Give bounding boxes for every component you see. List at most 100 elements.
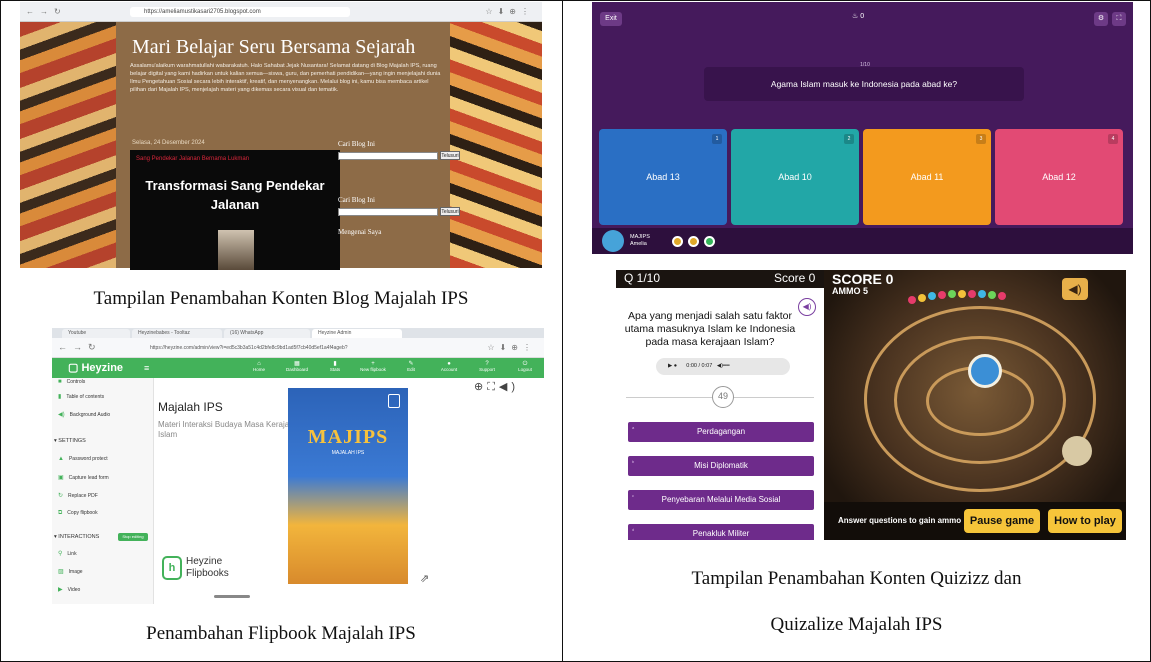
settings-icon[interactable]: ⚙ — [1094, 12, 1108, 26]
sidebar-item-label: Table of contents — [66, 394, 105, 400]
heyzine-brand-text: Heyzine Flipbooks — [186, 556, 229, 580]
quiz-option-3[interactable]: 3 Abad 11 — [863, 129, 991, 225]
caption-blog: Tampilan Penambahan Konten Blog Majalah … — [93, 288, 469, 309]
nav-item-logout[interactable]: ⏻ Logout — [506, 361, 544, 373]
game-shooter[interactable] — [968, 354, 1002, 388]
sidebar-item-replace[interactable]: ↻ Replace PDF — [58, 492, 98, 499]
game-ball — [938, 291, 946, 299]
browser-tab[interactable]: Youtube — [62, 329, 130, 338]
quiz-option-label: Abad 12 — [1042, 172, 1076, 182]
pause-game-button[interactable]: Pause game — [964, 509, 1040, 533]
blog-post-label[interactable]: Sang Pendekar Jalanan Bernama Lukman — [136, 156, 249, 162]
browser-tab[interactable]: (16) WhatsApp — [224, 329, 310, 338]
quiz-option-1[interactable]: 1 Abad 13 — [599, 129, 727, 225]
quiz-option-label: Abad 13 — [646, 172, 680, 182]
quizalize-answer-2[interactable]: b Misi Diplomatik — [628, 456, 814, 476]
nav-item-support[interactable]: ? Support — [468, 361, 506, 373]
nav-item-home[interactable]: ⌂ Home — [240, 361, 278, 373]
blog-post-title[interactable]: Transformasi Sang Pendekar Jalanan — [140, 176, 330, 214]
quizalize-timer: 49 — [712, 386, 734, 408]
play-icon[interactable]: ▶ — [668, 363, 672, 369]
share-icon[interactable]: ⇗ — [420, 572, 429, 585]
flipbook-subtitle: Materi Interaksi Budaya Masa Kerajaan — [158, 420, 294, 429]
browser-tab-active[interactable]: Heyzine Admin — [312, 329, 402, 338]
how-to-play-button[interactable]: How to play — [1048, 509, 1122, 533]
nav-item-label: Stats — [329, 367, 341, 372]
video-icon: ▶ — [58, 587, 63, 593]
quiz-exit-button[interactable]: Exit — [600, 12, 622, 26]
audio-player[interactable]: ▶ ● 0:00 / 0:07 ◀)━━ — [656, 358, 790, 375]
quizalize-answer-3[interactable]: c Penyebaran Melalui Media Sosial — [628, 490, 814, 510]
powerup-icon[interactable] — [704, 236, 715, 247]
quiz-option-4[interactable]: 4 Abad 12 — [995, 129, 1123, 225]
browser-nav-icons[interactable]: ←→↻ — [26, 7, 67, 16]
sidebar-item-password[interactable]: ▲ Password protect — [58, 456, 108, 462]
sidebar-item-copy[interactable]: ⧉ Copy flipbook — [58, 510, 98, 517]
answer-marker: d — [632, 527, 635, 532]
browser-tool-icons[interactable]: ☆⬇⊕⋮ — [487, 343, 536, 352]
quizalize-answer-4[interactable]: d Penakluk Militer — [628, 524, 814, 540]
zoom-controls[interactable]: ⊕⛶◀) — [474, 380, 519, 394]
blog-search-label: Cari Blog Ini — [338, 140, 375, 148]
heyzine-brand-line2: Flipbooks — [186, 568, 229, 579]
nav-item-account[interactable]: ● Account — [430, 361, 468, 373]
blog-search-input[interactable] — [338, 152, 438, 160]
nav-item-label: Home — [252, 367, 265, 372]
game-goal — [1062, 436, 1092, 466]
quizalize-answer-1[interactable]: a Perdagangan — [628, 422, 814, 442]
quiz-option-2[interactable]: 2 Abad 10 — [731, 129, 859, 225]
volume-icon[interactable]: ◀)━━ — [717, 363, 730, 369]
game-ball — [968, 290, 976, 298]
sidebar-item-video[interactable]: ▶ Video — [58, 586, 80, 593]
nav-item-label: Dashboard — [285, 367, 308, 372]
flipbook-title: Majalah IPS — [158, 400, 223, 414]
sidebar-item-image[interactable]: ▨ Image — [58, 568, 83, 575]
powerup-icon[interactable] — [672, 236, 683, 247]
menu-icon[interactable]: ≡ — [144, 363, 149, 373]
quizalize-hint: Answer questions to gain ammo — [838, 516, 962, 525]
blog-url-field[interactable]: https://ameliamustikasari2705.blogspot.c… — [130, 7, 350, 17]
speaker-icon[interactable]: ◀) — [798, 298, 816, 316]
nav-item-dashboard[interactable]: ▦ Dashboard — [278, 361, 316, 373]
speaker-icon[interactable]: ◀) — [499, 381, 519, 393]
sidebar-item-controls[interactable]: ■ Controls — [58, 379, 85, 385]
nav-item-edit[interactable]: ✎ Edit — [392, 361, 430, 373]
stop-editing-button[interactable]: Stop editing — [118, 533, 148, 541]
interactions-section-label[interactable]: ▾ INTERACTIONS — [54, 534, 99, 540]
browser-tab[interactable]: Heyzinebabes - Tooltaz — [132, 329, 222, 338]
sidebar-item-audio[interactable]: ◀) Background Audio — [58, 411, 110, 418]
flipbook-cover[interactable] — [288, 388, 408, 584]
volume-icon[interactable]: ◀) — [1062, 278, 1088, 300]
blog-search-button[interactable]: Telusuri — [440, 151, 460, 160]
quizalize-game-score: SCORE 0 — [832, 271, 894, 287]
game-ball — [928, 292, 936, 300]
powerup-icon[interactable] — [688, 236, 699, 247]
fullscreen-icon[interactable]: ⛶ — [1112, 12, 1126, 26]
blog-post-date: Selasa, 24 Desember 2024 — [132, 140, 205, 146]
zoom-in-icon[interactable]: ⊕ — [474, 381, 487, 393]
sidebar-item-link[interactable]: ⚲ Link — [58, 550, 77, 557]
game-ball — [918, 294, 926, 302]
blog-title: Mari Belajar Seru Bersama Sejarah — [132, 36, 416, 58]
quizalize-question: Apa yang menjadi salah satu faktor utama… — [624, 310, 796, 348]
quizalize-answer-label: Penakluk Militer — [692, 529, 750, 538]
fullscreen-icon[interactable]: ⛶ — [487, 381, 499, 393]
heyzine-url-field[interactable]: https://heyzine.com/admin/view?i=ed5c3b3… — [150, 343, 430, 353]
sidebar-item-capture[interactable]: ▣ Capture lead form — [58, 474, 109, 481]
audio-player-time: 0:00 / 0:07 — [686, 363, 713, 369]
wayang-background-left — [20, 22, 116, 268]
flame-icon: ♨ — [852, 13, 859, 20]
blog-search-input-2[interactable] — [338, 208, 438, 216]
heyzine-logo[interactable]: ▢ Heyzine — [68, 360, 123, 376]
settings-section-label[interactable]: ▾ SETTINGS — [54, 438, 86, 444]
nav-item-stats[interactable]: ▮ Stats — [316, 361, 354, 373]
sidebar-item-toc[interactable]: ▮ Table of contents — [58, 393, 104, 400]
scrollbar[interactable] — [214, 595, 250, 598]
browser-tool-icons[interactable]: ☆⬇⊕⋮ — [485, 7, 534, 16]
blog-search-button-2[interactable]: Telusuri — [440, 207, 460, 216]
nav-item-new-flipbook[interactable]: + New flipbook — [354, 361, 392, 373]
game-ball — [958, 290, 966, 298]
browser-nav-icons[interactable]: ←→↻ — [58, 342, 102, 353]
quizalize-question-number: Q 1/10 — [624, 271, 661, 285]
heyzine-brand-line1: Heyzine — [186, 556, 223, 567]
